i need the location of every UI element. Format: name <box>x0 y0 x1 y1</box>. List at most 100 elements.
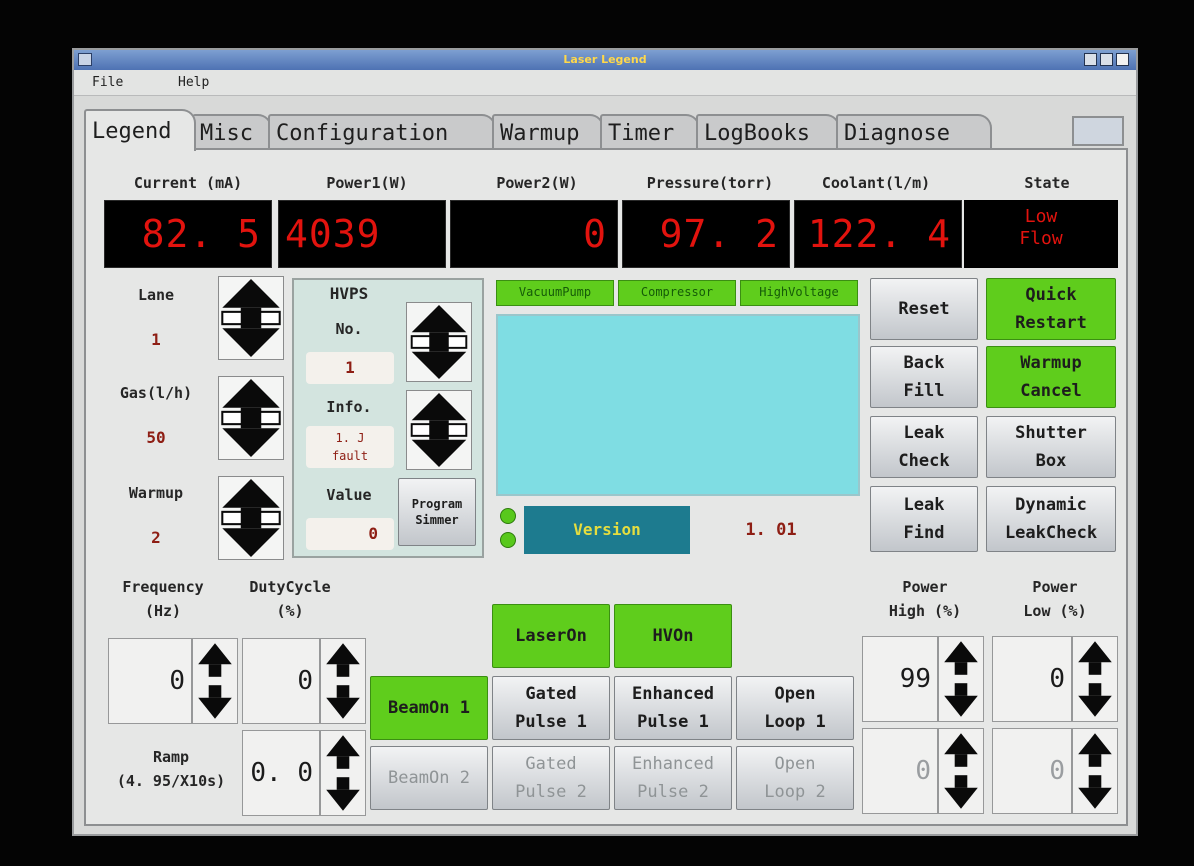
power-low-stepper-2[interactable] <box>1072 728 1118 814</box>
leak-check-button[interactable]: Leak Check <box>870 416 978 478</box>
gated-pulse-1-button[interactable]: Gated Pulse 1 <box>492 676 610 740</box>
tab-configuration[interactable]: Configuration <box>268 114 496 150</box>
program-simmer-line-2: Simmer <box>415 513 459 527</box>
status-led-1-icon <box>500 508 516 524</box>
power-low-value-2[interactable]: 0 <box>992 728 1072 814</box>
vacuum-pump-indicator: VacuumPump <box>496 280 614 306</box>
tab-legend[interactable]: Legend <box>84 109 196 151</box>
menu-file[interactable]: File <box>92 75 123 90</box>
compressor-indicator: Compressor <box>618 280 736 306</box>
power-low-label: Power <box>1032 578 1078 596</box>
up-down-arrows-icon <box>407 303 471 381</box>
hvps-value-label: Value <box>326 486 372 504</box>
power-high-stepper[interactable] <box>938 636 984 722</box>
warmup-stepper[interactable] <box>218 476 284 560</box>
frequency-stepper[interactable] <box>192 638 238 724</box>
hvps-info-line-2: fault <box>331 449 369 463</box>
beam-on-1-button[interactable]: BeamOn 1 <box>370 676 488 740</box>
duty-cycle-stepper[interactable] <box>320 638 366 724</box>
reset-button[interactable]: Reset <box>870 278 978 340</box>
tab-timer[interactable]: Timer <box>600 114 700 150</box>
up-down-arrows-icon <box>1073 637 1117 721</box>
menu-bar: File Help <box>74 70 1136 96</box>
power2-display: 0 <box>450 200 618 268</box>
laser-on-button[interactable]: LaserOn <box>492 604 610 668</box>
gas-stepper[interactable] <box>218 376 284 460</box>
program-simmer-line-1: Program <box>411 497 463 511</box>
hvps-info-value: 1. J fault <box>306 426 394 468</box>
gated-pulse-2-line-2: Pulse 2 <box>515 782 587 802</box>
power-high-value-2[interactable]: 0 <box>862 728 938 814</box>
gas-value: 50 <box>146 428 166 447</box>
up-down-arrows-icon <box>407 391 471 469</box>
program-simmer-button[interactable]: Program Simmer <box>398 478 476 546</box>
tab-warmup[interactable]: Warmup <box>492 114 604 150</box>
status-led-2-icon <box>500 532 516 548</box>
tab-logbooks[interactable]: LogBooks <box>696 114 840 150</box>
lane-label: Lane <box>137 286 175 304</box>
dynamic-leakcheck-line-2: LeakCheck <box>1004 523 1098 543</box>
maximize-icon[interactable] <box>1100 53 1113 66</box>
minimize-icon[interactable] <box>1084 53 1097 66</box>
ramp-stepper[interactable] <box>320 730 366 816</box>
frequency-unit-label: (Hz) <box>144 602 182 620</box>
hvps-value: 0 <box>306 518 394 550</box>
status-screen <box>496 314 860 496</box>
dynamic-leakcheck-button[interactable]: Dynamic LeakCheck <box>986 486 1116 552</box>
version-button[interactable]: Version <box>524 506 690 554</box>
menu-help[interactable]: Help <box>178 75 209 90</box>
power-low-value[interactable]: 0 <box>992 636 1072 722</box>
shutter-box-line-2: Box <box>1035 451 1067 471</box>
gated-pulse-1-line-2: Pulse 1 <box>515 712 587 732</box>
tab-misc[interactable]: Misc <box>192 114 272 150</box>
enhanced-pulse-1-line-2: Pulse 1 <box>637 712 709 732</box>
pressure-display: 97. 2 <box>622 200 790 268</box>
warmup-cancel-line-1: Warmup <box>1020 353 1082 373</box>
hvps-no-stepper[interactable] <box>406 302 472 382</box>
state-label: State <box>1024 174 1070 192</box>
ramp-value[interactable]: 0. 0 <box>242 730 320 816</box>
lane-stepper[interactable] <box>218 276 284 360</box>
up-down-arrows-icon <box>219 277 283 359</box>
shutter-box-button[interactable]: Shutter Box <box>986 416 1116 478</box>
back-fill-line-1: Back <box>903 353 945 373</box>
quick-restart-button[interactable]: Quick Restart <box>986 278 1116 340</box>
enhanced-pulse-2-button[interactable]: Enhanced Pulse 2 <box>614 746 732 810</box>
open-loop-2-button[interactable]: Open Loop 2 <box>736 746 854 810</box>
enhanced-pulse-1-button[interactable]: Enhanced Pulse 1 <box>614 676 732 740</box>
close-icon[interactable] <box>1116 53 1129 66</box>
lane-value: 1 <box>151 330 161 349</box>
warmup-value: 2 <box>151 528 161 547</box>
leak-find-line-1: Leak <box>903 495 945 515</box>
beam-on-2-button[interactable]: BeamOn 2 <box>370 746 488 810</box>
frequency-value[interactable]: 0 <box>108 638 192 724</box>
power-high-label: Power <box>902 578 948 596</box>
state-line-2: Flow <box>1019 228 1063 249</box>
tab-diagnose[interactable]: Diagnose <box>836 114 992 150</box>
quick-restart-line-1: Quick <box>1025 285 1077 305</box>
open-loop-1-line-1: Open <box>774 684 816 704</box>
gated-pulse-2-button[interactable]: Gated Pulse 2 <box>492 746 610 810</box>
power-low-stepper[interactable] <box>1072 636 1118 722</box>
pressure-label: Pressure(torr) <box>646 174 774 192</box>
title-bar[interactable]: Laser Legend <box>74 50 1136 70</box>
enhanced-pulse-1-line-1: Enhanced <box>632 684 714 704</box>
duty-cycle-value[interactable]: 0 <box>242 638 320 724</box>
hvps-info-label: Info. <box>326 398 372 416</box>
hvps-info-stepper[interactable] <box>406 390 472 470</box>
power-high-value[interactable]: 99 <box>862 636 938 722</box>
tab-strip: Legend Misc Configuration Warmup Timer L… <box>84 106 1128 151</box>
open-loop-1-button[interactable]: Open Loop 1 <box>736 676 854 740</box>
up-down-arrows-icon <box>219 477 283 559</box>
warmup-cancel-button[interactable]: Warmup Cancel <box>986 346 1116 408</box>
power1-label: Power1(W) <box>326 174 408 192</box>
hvps-group: HVPS No. 1 Info. 1. J fault Value 0 Prog… <box>292 278 484 558</box>
power-high-stepper-2[interactable] <box>938 728 984 814</box>
up-down-arrows-icon <box>321 639 365 723</box>
open-loop-2-line-1: Open <box>774 754 816 774</box>
hvps-title: HVPS <box>329 284 369 303</box>
high-voltage-indicator: HighVoltage <box>740 280 858 306</box>
leak-find-button[interactable]: Leak Find <box>870 486 978 552</box>
hv-on-button[interactable]: HVOn <box>614 604 732 668</box>
back-fill-button[interactable]: Back Fill <box>870 346 978 408</box>
